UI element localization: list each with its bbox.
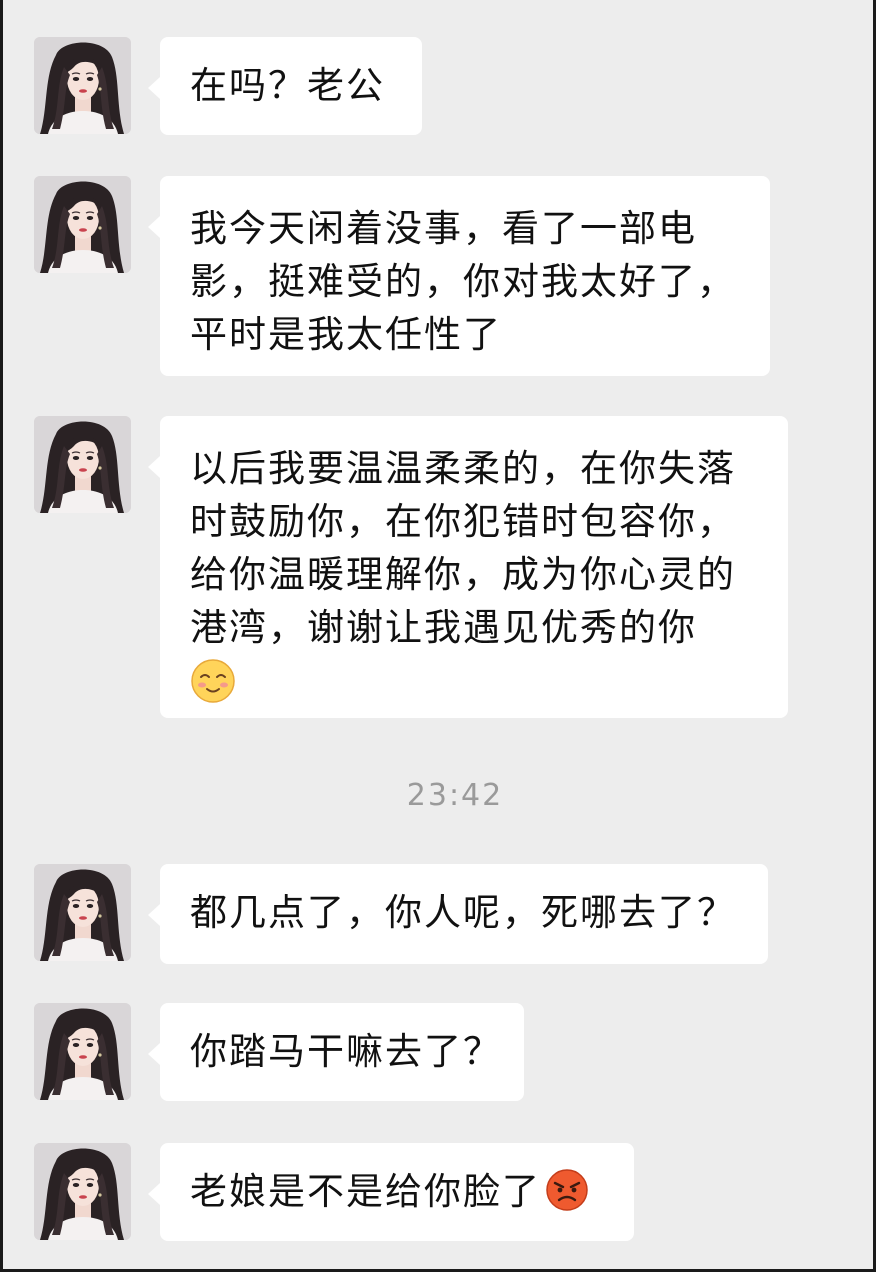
sender-avatar[interactable] bbox=[34, 176, 131, 273]
frame-left-edge bbox=[0, 0, 3, 1272]
avatar-photo-icon bbox=[34, 37, 131, 134]
avatar-photo-icon bbox=[34, 176, 131, 273]
sender-avatar[interactable] bbox=[34, 864, 131, 961]
sender-avatar[interactable] bbox=[34, 1003, 131, 1100]
sender-avatar[interactable] bbox=[34, 37, 131, 134]
angry-face-emoji-icon bbox=[546, 1169, 588, 1211]
message-text: 港湾，谢谢让我遇见优秀的你 bbox=[190, 606, 697, 649]
message-text: 在吗？老公 bbox=[190, 64, 385, 107]
message-bubble[interactable]: 都几点了，你人呢，死哪去了？ bbox=[148, 864, 768, 964]
message-bubble[interactable]: 我今天闲着没事，看了一部电 影，挺难受的，你对我太好了， 平时是我太任性了 bbox=[148, 176, 770, 376]
sender-avatar[interactable] bbox=[34, 416, 131, 513]
message-text: 都几点了，你人呢，死哪去了？ bbox=[190, 891, 736, 934]
message-text: 你踏马干嘛去了？ bbox=[190, 1030, 502, 1073]
message-bubble[interactable]: 你踏马干嘛去了？ bbox=[148, 1003, 524, 1101]
avatar-photo-icon bbox=[34, 864, 131, 961]
message-line: 老娘是不是给你脸了 bbox=[190, 1165, 604, 1218]
message-text: 老娘是不是给你脸了 bbox=[190, 1170, 541, 1213]
avatar-photo-icon bbox=[34, 1143, 131, 1240]
chat-timestamp: 23:42 bbox=[406, 778, 504, 813]
message-text: 给你温暖理解你，成为你心灵的 bbox=[190, 553, 736, 596]
avatar-photo-icon bbox=[34, 1003, 131, 1100]
avatar-photo-icon bbox=[34, 416, 131, 513]
message-bubble[interactable]: 在吗？老公 bbox=[148, 37, 422, 135]
message-text: 时鼓励你，在你犯错时包容你， bbox=[190, 500, 736, 543]
message-bubble[interactable]: 以后我要温温柔柔的，在你失落 时鼓励你，在你犯错时包容你， 给你温暖理解你，成为… bbox=[148, 416, 788, 718]
shy-smile-emoji-icon bbox=[191, 659, 235, 703]
message-text: 我今天闲着没事，看了一部电 bbox=[190, 207, 697, 250]
message-text: 平时是我太任性了 bbox=[190, 313, 502, 356]
message-text: 影，挺难受的，你对我太好了， bbox=[190, 260, 736, 303]
sender-avatar[interactable] bbox=[34, 1143, 131, 1240]
message-bubble[interactable]: 老娘是不是给你脸了 bbox=[148, 1143, 634, 1241]
message-text: 以后我要温温柔柔的，在你失落 bbox=[190, 447, 736, 490]
